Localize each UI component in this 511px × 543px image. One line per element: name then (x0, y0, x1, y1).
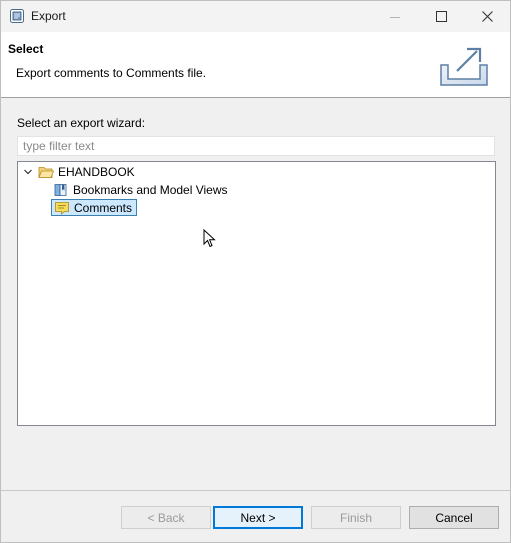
next-button[interactable]: Next > (213, 506, 303, 529)
wizard-list-label: Select an export wizard: (17, 116, 146, 130)
export-dialog: Export Select Export comments to Comment… (0, 0, 511, 543)
tree-node-label: EHANDBOOK (58, 165, 135, 179)
close-icon (481, 11, 493, 22)
close-button[interactable] (464, 1, 510, 32)
minimize-button[interactable] (372, 1, 418, 32)
back-button[interactable]: < Back (121, 506, 211, 529)
tree-node-ehandbook[interactable]: EHANDBOOK (22, 163, 135, 181)
maximize-button[interactable] (418, 1, 464, 32)
maximize-icon (435, 11, 447, 22)
wizard-header: Select Export comments to Comments file. (1, 32, 510, 98)
export-wizard-icon (440, 47, 488, 86)
minimize-icon (390, 16, 400, 18)
finish-button[interactable]: Finish (311, 506, 401, 529)
tree-node-bookmarks[interactable]: Bookmarks and Model Views (53, 181, 228, 199)
title-bar[interactable]: Export (1, 1, 510, 32)
comment-note-icon (55, 201, 69, 215)
open-folder-icon (38, 167, 54, 178)
page-description: Export comments to Comments file. (16, 66, 207, 80)
tree-node-label: Comments (74, 200, 133, 215)
eclipse-export-icon (10, 9, 24, 23)
wizard-tree[interactable]: EHANDBOOK Bookmarks and Model Views Comm… (17, 161, 496, 426)
filter-input[interactable] (17, 136, 495, 156)
tree-node-comments[interactable]: Comments (51, 199, 138, 216)
mouse-pointer-icon (203, 229, 216, 248)
window-title: Export (31, 9, 66, 23)
bookmark-book-icon (54, 184, 67, 196)
footer-separator (1, 490, 510, 491)
chevron-down-icon[interactable] (22, 166, 34, 178)
tree-node-label: Bookmarks and Model Views (73, 183, 228, 197)
page-title: Select (8, 42, 44, 56)
cancel-button[interactable]: Cancel (409, 506, 499, 529)
